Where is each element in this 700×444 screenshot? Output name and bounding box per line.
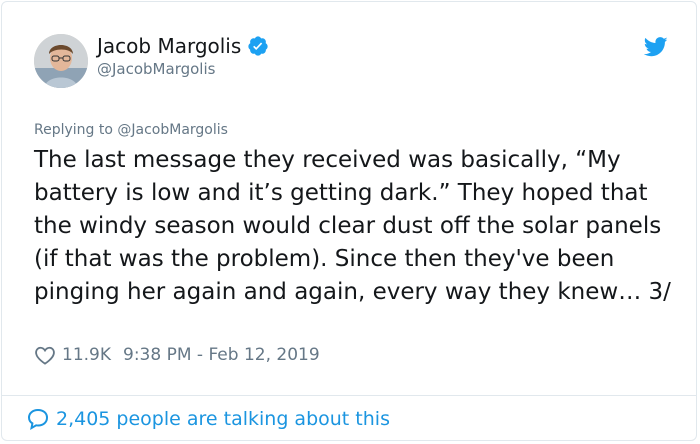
avatar-image — [34, 34, 88, 88]
tweet-card: Jacob Margolis @JacobMargolis Replying t… — [1, 1, 697, 441]
chat-bubble-icon — [27, 408, 49, 430]
author-name[interactable]: Jacob Margolis — [97, 34, 241, 58]
replying-handle-link[interactable]: @JacobMargolis — [117, 122, 228, 138]
avatar[interactable] — [34, 34, 88, 88]
replying-prefix: Replying to — [34, 122, 113, 138]
verified-badge-icon — [248, 36, 268, 56]
author-row: Jacob Margolis — [97, 34, 269, 58]
divider — [2, 395, 696, 396]
twitter-bird-icon[interactable] — [644, 36, 668, 58]
tweet-text: The last message they received was basic… — [34, 147, 671, 305]
like-count[interactable]: 11.9K — [62, 345, 111, 365]
author-handle[interactable]: @JacobMargolis — [97, 60, 215, 78]
heart-icon[interactable] — [34, 345, 56, 365]
tweet-meta: 11.9K 9:38 PM - Feb 12, 2019 — [34, 345, 320, 365]
tweet-timestamp[interactable]: 9:38 PM - Feb 12, 2019 — [123, 345, 320, 365]
conversation-label[interactable]: 2,405 people are talking about this — [56, 408, 390, 430]
replying-to: Replying to @JacobMargolis — [34, 122, 228, 138]
conversation-link[interactable]: 2,405 people are talking about this — [26, 407, 390, 431]
